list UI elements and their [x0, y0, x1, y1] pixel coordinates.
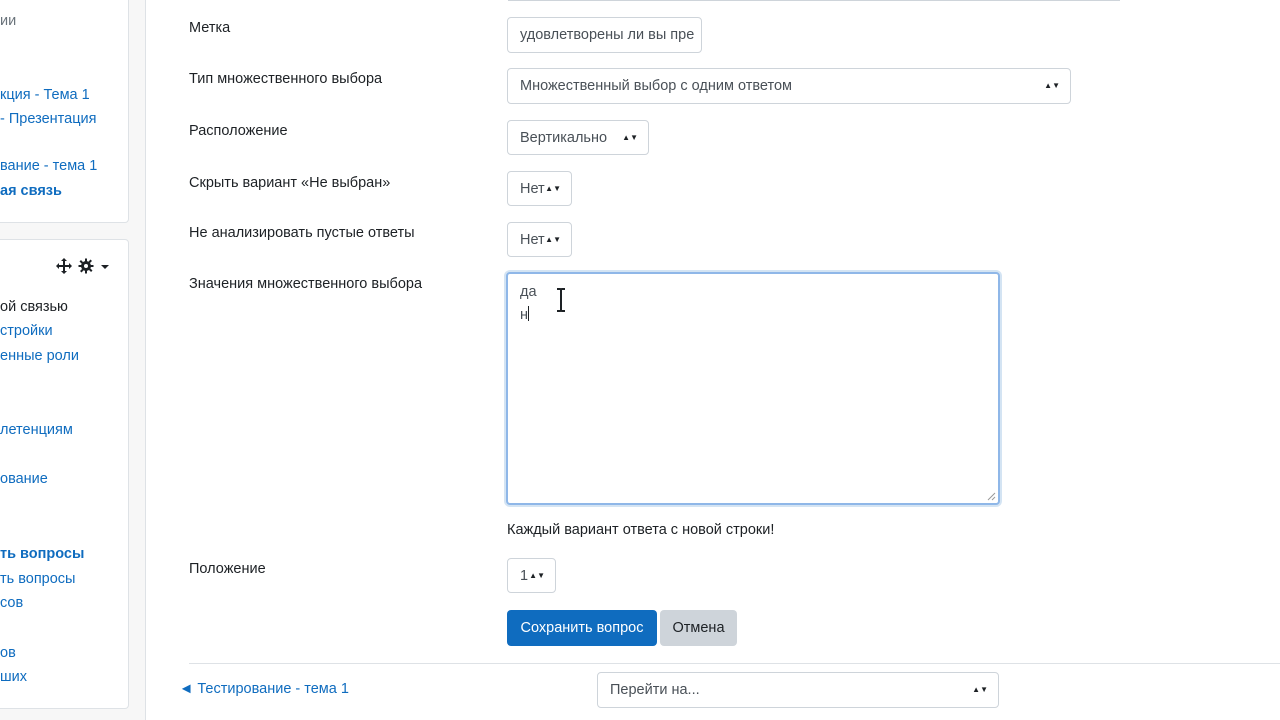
select-arrows-icon: ▲▼: [1044, 81, 1060, 90]
textarea-line: да: [520, 284, 537, 300]
values-hint: Каждый вариант ответа с новой строки!: [507, 522, 775, 538]
sidebar-link[interactable]: - Презентация: [0, 111, 96, 127]
sidebar-link[interactable]: енные роли: [0, 348, 79, 364]
move-icon[interactable]: [56, 258, 72, 278]
textarea-line: н: [520, 306, 530, 323]
sidebar-link[interactable]: ов: [0, 645, 16, 661]
select-arrows-icon: ▲▼: [972, 685, 988, 694]
page: ии кция - Тема 1 - Презентация вание - т…: [0, 0, 1280, 720]
position-select[interactable]: 1 ▲▼: [507, 558, 556, 593]
select-arrows-icon: ▲▼: [545, 234, 561, 244]
layout-field-label: Расположение: [189, 123, 288, 139]
save-question-button[interactable]: Сохранить вопрос: [507, 610, 657, 646]
select-arrows-icon: ▲▼: [622, 132, 638, 142]
position-field-label: Положение: [189, 561, 266, 577]
label-field-label: Метка: [189, 20, 231, 36]
sidebar-link-active[interactable]: ая связь: [0, 183, 62, 199]
cancel-button[interactable]: Отмена: [660, 610, 737, 646]
jump-to-select[interactable]: Перейти на... ▲▼: [597, 672, 999, 708]
divider: [508, 0, 1120, 1]
sidebar-link[interactable]: ): [0, 397, 1, 413]
type-select-value: Множественный выбор с одним ответом: [520, 78, 793, 94]
sidebar-link[interactable]: кция - Тема 1: [0, 87, 90, 103]
jump-to-value: Перейти на...: [610, 682, 700, 698]
sidebar-link[interactable]: ии: [0, 13, 16, 29]
empty-select[interactable]: Нет ▲▼: [507, 222, 572, 257]
sidebar-link-active[interactable]: ть вопросы: [0, 546, 84, 562]
sidebar-link[interactable]: ование: [0, 471, 48, 487]
sidebar-link[interactable]: сов: [0, 595, 23, 611]
select-arrows-icon: ▲▼: [545, 183, 561, 193]
sidebar-navigation-block: ии кция - Тема 1 - Презентация вание - т…: [0, 0, 129, 223]
resize-handle-icon[interactable]: [986, 491, 996, 501]
layout-select[interactable]: Вертикально ▲▼: [507, 120, 649, 155]
hide-field-label: Скрыть вариант «Не выбран»: [189, 175, 391, 191]
sidebar-link[interactable]: стройки: [0, 323, 53, 339]
type-select[interactable]: Множественный выбор с одним ответом ▲▼: [507, 68, 1071, 104]
prev-activity-link[interactable]: ◄ Тестирование - тема 1: [179, 681, 349, 697]
sidebar-link[interactable]: ших: [0, 669, 27, 685]
caret-down-icon[interactable]: [100, 260, 110, 276]
divider: [189, 663, 1280, 664]
ibeam-cursor-icon: [557, 288, 565, 312]
values-textarea[interactable]: да н: [506, 272, 1000, 505]
sidebar-link[interactable]: вание - тема 1: [0, 158, 97, 174]
gear-icon[interactable]: [78, 258, 94, 278]
position-select-value: 1: [520, 567, 529, 584]
empty-field-label: Не анализировать пустые ответы: [189, 225, 415, 241]
sidebar-link[interactable]: ой связью: [0, 299, 68, 315]
block-controls: [56, 258, 110, 278]
select-arrows-icon: ▲▼: [529, 570, 545, 580]
label-input[interactable]: удовлетворены ли вы пре: [507, 17, 702, 53]
hide-select-value: Нет: [520, 180, 545, 197]
hide-select[interactable]: Нет ▲▼: [507, 171, 572, 206]
empty-select-value: Нет: [520, 231, 545, 248]
text-caret: [528, 306, 530, 321]
layout-select-value: Вертикально: [520, 129, 608, 146]
sidebar-link[interactable]: летенциям: [0, 422, 73, 438]
sidebar-link[interactable]: ть вопросы: [0, 571, 75, 587]
values-field-label: Значения множественного выбора: [189, 276, 423, 292]
type-field-label: Тип множественного выбора: [189, 71, 383, 87]
